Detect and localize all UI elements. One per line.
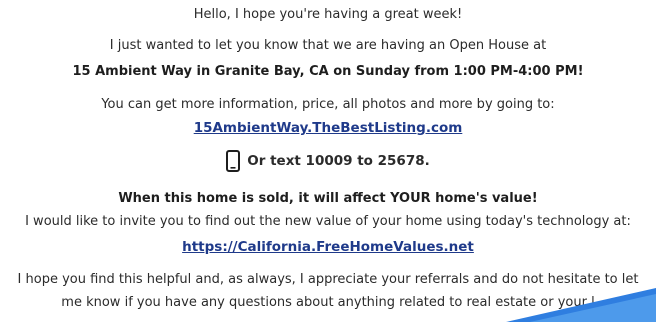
text-cta-row: Or text 10009 to 25678. [0,150,656,178]
intro-text: I just wanted to let you know that we ar… [109,38,547,53]
home-values-link-row: https://California.FreeHomeValues.net [0,238,656,257]
listing-link-row: 15AmbientWay.TheBestListing.com [0,119,656,138]
open-house-details: 15 Ambient Way in Granite Bay, CA on Sun… [72,64,584,79]
home-values-link[interactable]: https://California.FreeHomeValues.net [182,239,474,255]
text-cta: Or text 10009 to 25678. [226,150,430,172]
closing-text-line1: I hope you find this helpful and, as alw… [17,272,639,287]
text-cta-label: Or text 10009 to 25678. [247,153,430,169]
more-info-text: You can get more information, price, all… [101,97,555,112]
listing-link[interactable]: 15AmbientWay.TheBestListing.com [194,120,463,136]
invite-text: I would like to invite you to find out t… [25,214,631,229]
smartphone-icon [226,150,241,172]
home-value-headline: When this home is sold, it will affect Y… [118,191,538,206]
closing-text-line2: me know if you have any questions about … [61,295,595,310]
greeting-text: Hello, I hope you're having a great week… [193,7,463,22]
